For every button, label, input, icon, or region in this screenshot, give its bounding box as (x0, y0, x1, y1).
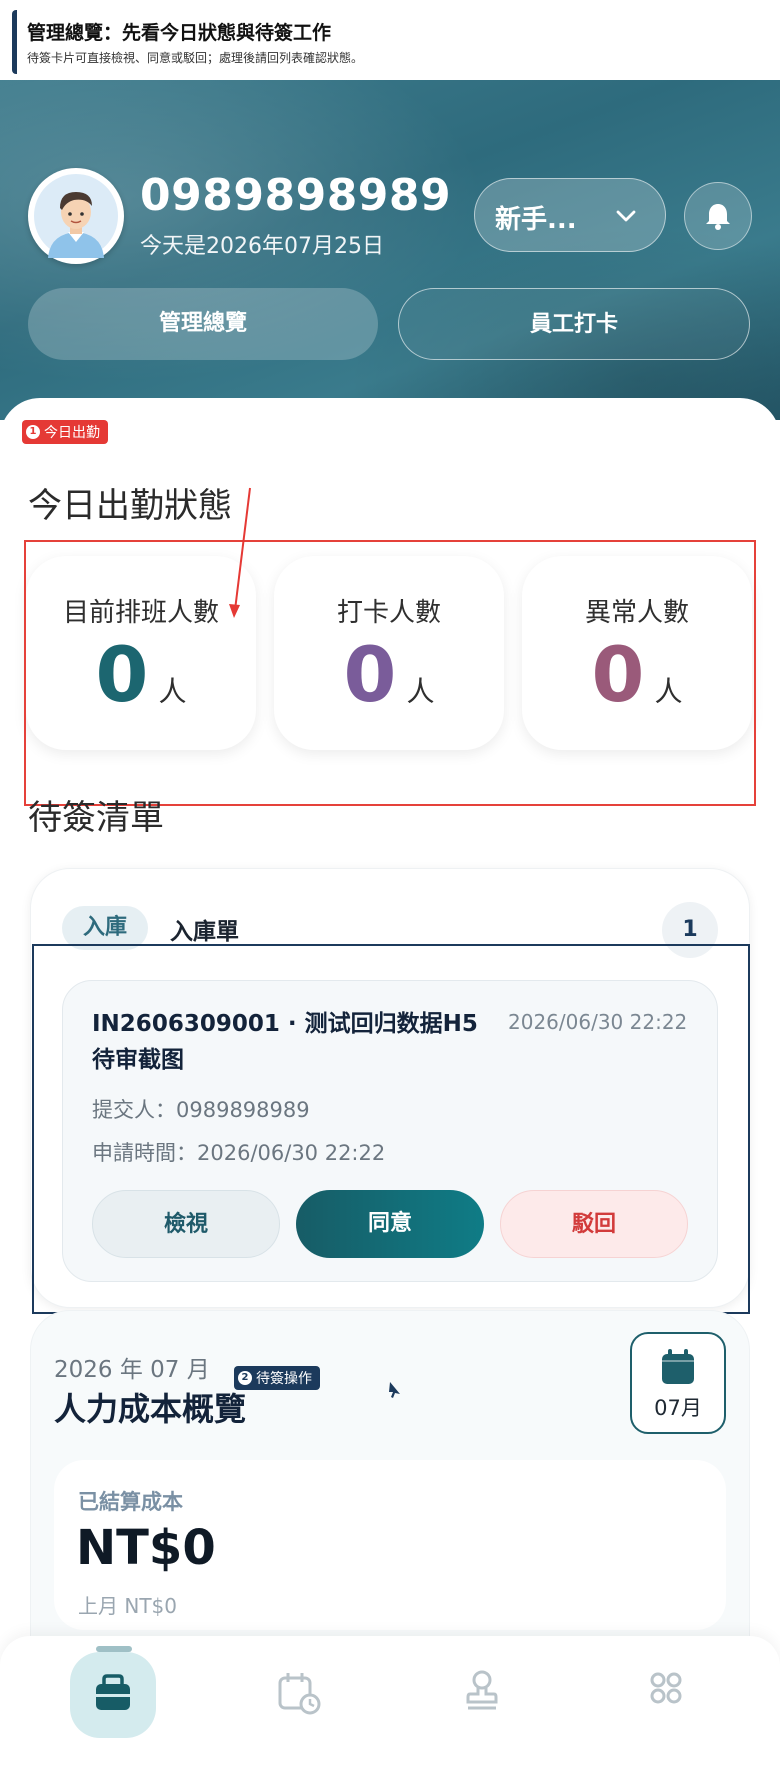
banner-subtitle: 待簽卡片可直接檢視、同意或駁回；處理後請回列表確認狀態。 (27, 51, 364, 65)
annotation-tag-pending: 2 待簽操作 (234, 1366, 320, 1390)
annotation-tag-attendance: 1 今日出勤 (22, 420, 108, 444)
annotation-number: 2 (238, 1371, 252, 1385)
cost-period: 2026 年 07 月 (54, 1357, 210, 1383)
month-picker-button[interactable]: 07月 (630, 1332, 726, 1434)
grid-icon (650, 1672, 682, 1704)
cursor-icon (389, 1382, 400, 1398)
annotation-number: 1 (26, 425, 40, 439)
annotation-label: 待簽操作 (256, 1371, 312, 1387)
today-date: 今天是2026年07月25日 (140, 234, 384, 259)
annotation-box-pending (32, 944, 750, 1314)
last-month-cost: 上月 NT$0 (78, 1594, 177, 1618)
store-dropdown[interactable]: 新手... (474, 178, 666, 252)
nav-item-schedule[interactable] (268, 1664, 354, 1750)
calendar-clock-icon (278, 1673, 321, 1715)
guide-banner: 管理總覽：先看今日狀態與待簽工作 待簽卡片可直接檢視、同意或駁回；處理後請回列表… (12, 10, 768, 74)
nav-item-overview[interactable] (70, 1652, 156, 1738)
pending-title: 待簽清單 (28, 798, 164, 838)
avatar-illustration-icon (34, 174, 118, 258)
annotation-box-attendance (24, 540, 756, 806)
nav-item-more[interactable] (646, 1664, 732, 1750)
stamp-icon (466, 1670, 498, 1710)
annotation-label: 今日出勤 (44, 425, 100, 441)
calendar-icon (662, 1349, 694, 1384)
month-picker-label: 07月 (654, 1396, 702, 1420)
chevron-down-icon (616, 210, 636, 222)
banner-title: 管理總覽：先看今日狀態與待簽工作 (27, 22, 332, 44)
nav-item-approval[interactable] (462, 1664, 548, 1750)
avatar[interactable] (28, 168, 124, 264)
settled-cost-value: NT$0 (76, 1520, 216, 1576)
attendance-title: 今日出勤狀態 (28, 486, 232, 526)
notification-button[interactable] (684, 182, 752, 250)
bell-icon (706, 204, 730, 230)
settled-cost-label: 已結算成本 (78, 1490, 183, 1514)
pending-list-heading: 入庫單 (170, 919, 239, 945)
user-name: 0989898989 (140, 170, 452, 221)
cost-title: 人力成本概覽 (54, 1390, 247, 1428)
store-dropdown-value: 新手... (495, 205, 577, 235)
tab-management-overview[interactable]: 管理總覽 (28, 288, 378, 360)
briefcase-icon (96, 1674, 130, 1710)
tab-employee-clock-in[interactable]: 員工打卡 (398, 288, 750, 360)
